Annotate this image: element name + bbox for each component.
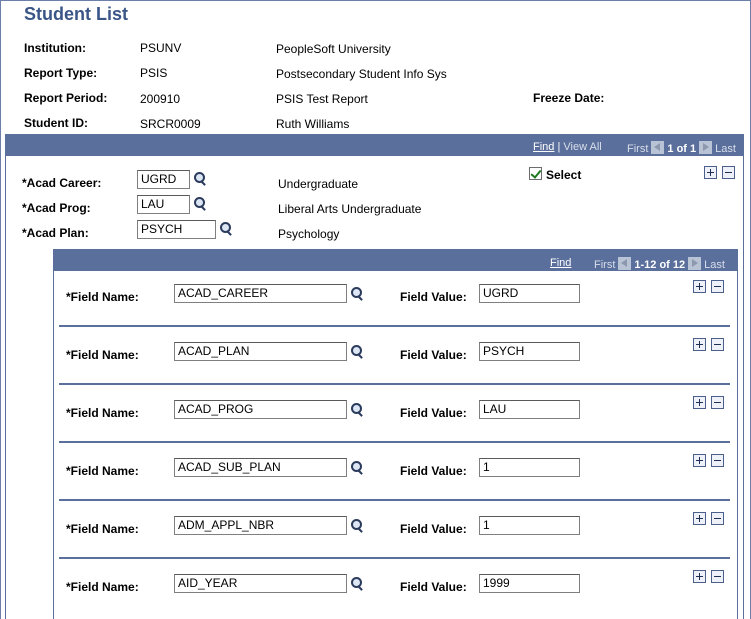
inner-find-link[interactable]: Find [550,257,571,269]
delete-row-icon[interactable] [711,454,724,467]
field-name-input[interactable]: ACAD_SUB_PLAN [174,458,347,477]
field-name-input[interactable]: ADM_APPL_NBR [174,516,347,535]
row-divider [59,441,730,443]
acad-plan-input[interactable]: PSYCH [137,220,216,239]
field-value-input[interactable]: 1 [479,516,580,535]
inner-last-arrow-icon[interactable] [688,257,702,270]
institution-label: Institution: [24,41,86,55]
field-name-label: *Field Name: [66,290,139,304]
acad-plan-lookup-icon[interactable] [218,221,234,237]
acad-career-input[interactable]: UGRD [137,170,190,189]
first-label: First [627,143,649,155]
add-row-icon[interactable] [693,512,706,525]
row-divider [59,557,730,559]
acad-plan-label: *Acad Plan: [22,226,89,240]
field-name-label: *Field Name: [66,348,139,362]
acad-prog-desc: Liberal Arts Undergraduate [278,202,422,216]
field-name-input[interactable]: ACAD_PROG [174,400,347,419]
delete-row-icon[interactable] [711,280,724,293]
row-divider [59,499,730,501]
field-value-label: Field Value: [400,580,467,594]
find-link[interactable]: Find [533,141,554,153]
field-value-label: Field Value: [400,406,467,420]
field-value-input[interactable]: 1999 [479,574,580,593]
row-divider [59,383,730,385]
acad-prog-input[interactable]: LAU [137,195,190,214]
student-id-code: SRCR0009 [140,117,201,131]
field-value-input[interactable]: UGRD [479,284,580,303]
institution-desc: PeopleSoft University [276,42,391,56]
field-value-input[interactable]: LAU [479,400,580,419]
outer-delete-row-icon[interactable] [722,166,735,179]
report-type-desc: Postsecondary Student Info Sys [276,67,447,81]
field-value-label: Field Value: [400,290,467,304]
field-name-lookup-icon[interactable] [349,402,365,418]
field-value-scroll-area [53,249,738,619]
add-row-icon[interactable] [693,396,706,409]
inner-last-label: Last [704,259,725,271]
add-row-icon[interactable] [693,570,706,583]
delete-row-icon[interactable] [711,570,724,583]
student-id-label: Student ID: [24,116,88,130]
add-row-icon[interactable] [693,338,706,351]
report-type-code: PSIS [140,66,168,80]
field-value-input[interactable]: PSYCH [479,342,580,361]
outer-add-row-icon[interactable] [704,166,717,179]
acad-career-label: *Acad Career: [22,176,102,190]
field-value-label: Field Value: [400,348,467,362]
last-arrow-icon[interactable] [699,141,713,154]
inner-pager: First 1-12 of 12 Last [594,257,725,271]
select-checkbox[interactable] [529,167,542,180]
field-name-label: *Field Name: [66,522,139,536]
delete-row-icon[interactable] [711,338,724,351]
row-divider [59,325,730,327]
acad-plan-desc: Psychology [278,227,340,241]
field-value-label: Field Value: [400,522,467,536]
inner-first-arrow-icon[interactable] [618,257,632,270]
field-name-lookup-icon[interactable] [349,344,365,360]
field-name-input[interactable]: ACAD_CAREER [174,284,347,303]
report-period-desc: PSIS Test Report [276,92,368,106]
outer-pager: First 1 of 1 Last [627,141,736,155]
add-row-icon[interactable] [693,280,706,293]
add-row-icon[interactable] [693,454,706,467]
field-name-label: *Field Name: [66,580,139,594]
report-period-code: 200910 [140,92,181,106]
row-count: 1 of 1 [667,143,697,155]
nav-separator: | [557,141,561,153]
last-label: Last [715,143,736,155]
acad-prog-lookup-icon[interactable] [192,196,208,212]
select-label: Select [546,168,582,182]
inner-first-label: First [594,259,616,271]
acad-career-lookup-icon[interactable] [192,171,208,187]
report-type-label: Report Type: [24,66,98,80]
field-value-label: Field Value: [400,464,467,478]
field-name-input[interactable]: ACAD_PLAN [174,342,347,361]
acad-prog-label: *Acad Prog: [22,201,91,215]
field-name-label: *Field Name: [66,464,139,478]
field-name-lookup-icon[interactable] [349,518,365,534]
field-name-lookup-icon[interactable] [349,576,365,592]
inner-nav: Find [550,257,571,269]
outer-nav: Find | View All [533,141,602,153]
field-name-lookup-icon[interactable] [349,286,365,302]
institution-code: PSUNV [140,41,182,55]
field-value-input[interactable]: 1 [479,458,580,477]
view-all-link[interactable]: View All [563,141,601,153]
field-name-lookup-icon[interactable] [349,460,365,476]
freeze-date-label: Freeze Date: [533,91,605,105]
field-name-label: *Field Name: [66,406,139,420]
first-arrow-icon[interactable] [651,141,665,154]
report-period-label: Report Period: [24,91,108,105]
delete-row-icon[interactable] [711,512,724,525]
page-title: Student List [24,4,128,24]
student-name: Ruth Williams [276,117,350,131]
acad-career-desc: Undergraduate [278,177,359,191]
delete-row-icon[interactable] [711,396,724,409]
inner-row-count: 1-12 of 12 [634,259,686,271]
field-name-input[interactable]: AID_YEAR [174,574,347,593]
